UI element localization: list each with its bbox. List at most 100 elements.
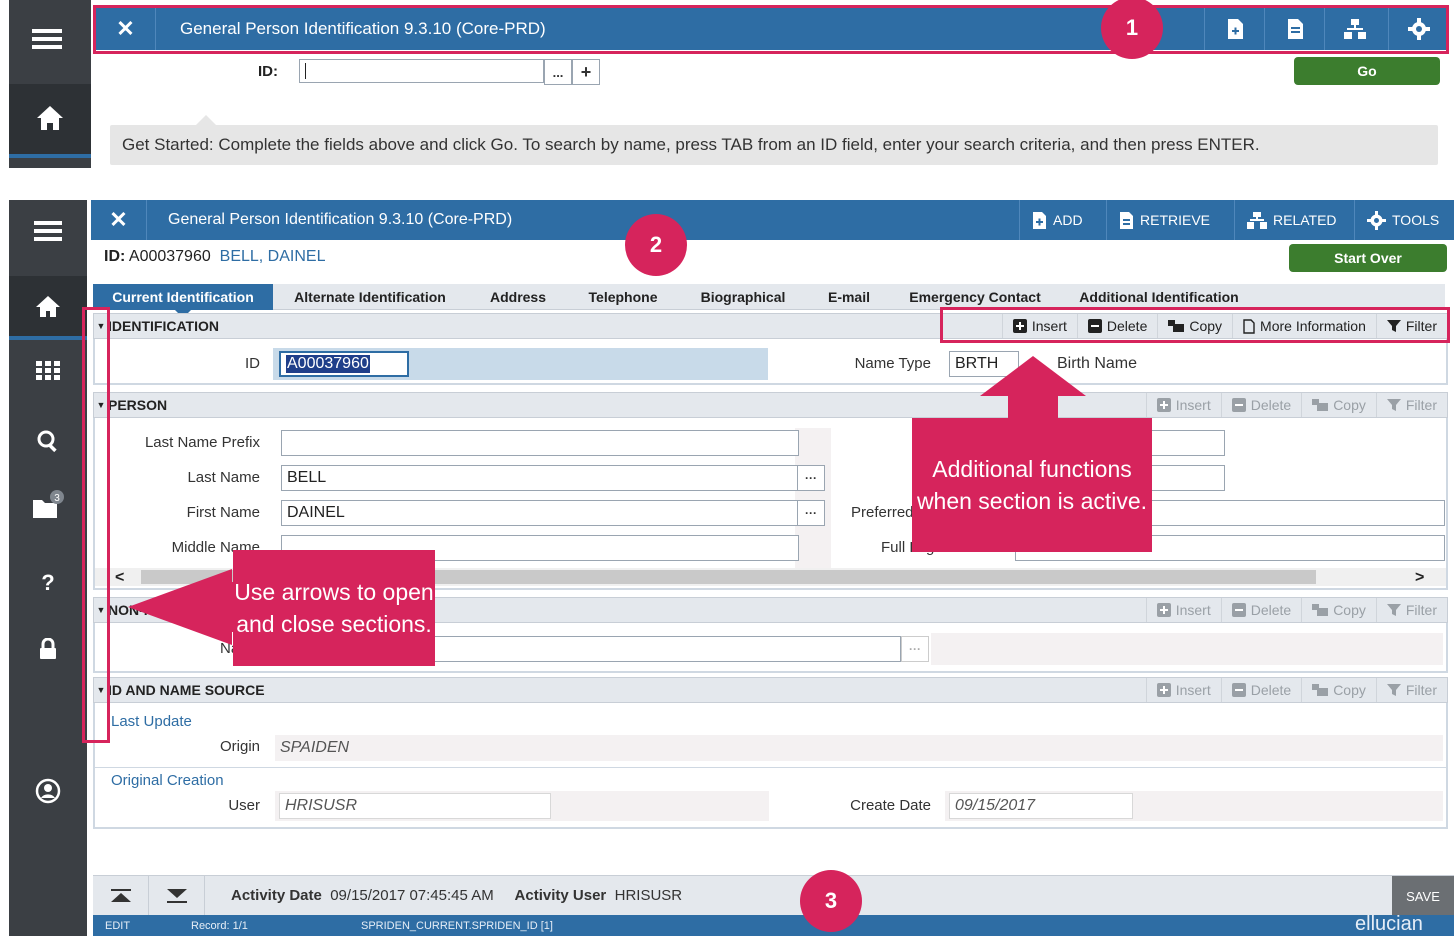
delete-icon (1231, 603, 1246, 617)
key-id-value: A00037960 (128, 248, 211, 265)
related-label: RELATED (1273, 212, 1337, 228)
origin-label: Origin (219, 738, 260, 755)
page-title: General Person Identification 9.3.10 (Co… (168, 211, 513, 228)
home-icon[interactable] (9, 276, 87, 336)
insert-button[interactable]: Insert (1145, 393, 1221, 417)
insert-icon (1156, 603, 1171, 617)
section-tools: Insert Delete Copy Filter (1145, 393, 1447, 417)
tip-pointer (196, 115, 216, 125)
id-input[interactable] (299, 59, 544, 83)
insert-button[interactable]: Insert (1145, 598, 1221, 622)
help-icon[interactable]: ? (9, 570, 87, 596)
user-profile-icon[interactable] (9, 776, 87, 806)
ellucian-logo: ellucian (1355, 913, 1423, 935)
first-name-lookup-button[interactable]: ··· (797, 500, 825, 526)
last-name-lookup-button[interactable]: ··· (797, 465, 825, 491)
section-identification-body: ID A00037960 Name Type BRTH Birth Name (93, 339, 1448, 385)
filter-icon (1386, 399, 1401, 411)
tab-telephone[interactable]: Telephone (569, 284, 677, 310)
first-record-icon[interactable] (93, 876, 149, 916)
tab-email[interactable]: E-mail (809, 284, 889, 310)
get-started-tip: Get Started: Complete the fields above a… (110, 125, 1438, 165)
recent-items-icon[interactable]: 3 (9, 488, 87, 522)
sidebar-main: 3 ? (9, 200, 87, 936)
insert-button[interactable]: Insert (1145, 678, 1221, 702)
tab-address[interactable]: Address (467, 284, 569, 310)
delete-button[interactable]: Delete (1220, 678, 1301, 702)
last-name-label: Last Name (187, 469, 260, 486)
section-title: IDENTIFICATION (108, 318, 219, 334)
tab-biographical[interactable]: Biographical (677, 284, 809, 310)
insert-label: Insert (1175, 682, 1211, 698)
activity-user-label: Activity User (514, 887, 607, 904)
apps-grid-icon[interactable] (9, 358, 87, 384)
filter-button[interactable]: Filter (1375, 598, 1447, 622)
copy-label: Copy (1333, 602, 1366, 618)
retrieve-icon (1120, 211, 1133, 229)
add-button[interactable]: ADD (1019, 200, 1095, 240)
tab-alternate-identification[interactable]: Alternate Identification (273, 284, 467, 310)
name-lookup-button[interactable]: ··· (901, 636, 929, 662)
delete-button[interactable]: Delete (1220, 598, 1301, 622)
add-icon (1033, 211, 1046, 229)
retrieve-label: RETRIEVE (1140, 212, 1211, 228)
insert-icon (1156, 683, 1171, 697)
delete-label: Delete (1250, 397, 1292, 413)
insert-label: Insert (1175, 397, 1211, 413)
status-bar: EDIT Record: 1/1 SPRIDEN_CURRENT.SPRIDEN… (93, 913, 1454, 936)
last-update-heading: Last Update (111, 713, 192, 730)
scroll-right-icon[interactable]: > (1415, 569, 1424, 587)
annotation-box-1 (93, 5, 1449, 54)
scroll-left-icon[interactable]: < (115, 569, 124, 587)
last-record-icon[interactable] (149, 876, 205, 916)
save-button[interactable]: SAVE (1392, 876, 1454, 916)
callout-badge-1: 1 (1101, 0, 1163, 59)
filter-button[interactable]: Filter (1375, 393, 1447, 417)
last-name-prefix-field[interactable] (281, 430, 799, 456)
callout-additional-functions: Additional functions when section is act… (912, 418, 1152, 552)
callout-badge-2: 2 (625, 214, 687, 276)
filter-button[interactable]: Filter (1375, 678, 1447, 702)
last-name-field[interactable]: BELL (281, 465, 799, 491)
section-source-body: Last Update Origin SPAIDEN Original Crea… (93, 703, 1448, 829)
id-add-button[interactable]: + (572, 59, 600, 85)
delete-label: Delete (1250, 682, 1292, 698)
filter-label: Filter (1405, 682, 1437, 698)
create-date-field: 09/15/2017 (949, 793, 1133, 819)
related-icon (1247, 211, 1267, 229)
copy-button[interactable]: Copy (1301, 393, 1376, 417)
callout-use-arrows: Use arrows to open and close sections. (233, 550, 435, 666)
retrieve-button[interactable]: RETRIEVE (1106, 200, 1222, 240)
sidebar-active-indicator (9, 154, 91, 158)
menu-icon[interactable] (9, 216, 87, 246)
copy-button[interactable]: Copy (1301, 598, 1376, 622)
tools-icon (1367, 210, 1386, 230)
section-person-header[interactable]: ▼ PERSON Insert Delete Copy Filter (93, 392, 1448, 418)
section-source-header[interactable]: ▼ ID AND NAME SOURCE Insert Delete Copy … (93, 677, 1448, 703)
user-label: User (228, 797, 260, 814)
create-date-label: Create Date (850, 797, 931, 814)
lock-icon[interactable] (9, 636, 87, 662)
delete-button[interactable]: Delete (1220, 393, 1301, 417)
insert-label: Insert (1175, 602, 1211, 618)
related-button[interactable]: RELATED (1234, 200, 1349, 240)
copy-button[interactable]: Copy (1301, 678, 1376, 702)
sidebar-top (9, 0, 91, 168)
id-field[interactable]: A00037960 (279, 351, 409, 377)
menu-icon[interactable] (32, 27, 62, 56)
search-icon[interactable] (9, 428, 87, 454)
close-icon[interactable]: ✕ (91, 200, 147, 240)
tab-current-identification[interactable]: Current Identification (93, 284, 273, 310)
tools-button[interactable]: TOOLS (1354, 200, 1451, 240)
filter-label: Filter (1405, 397, 1437, 413)
id-search-button[interactable]: ... (544, 59, 572, 85)
first-name-field[interactable]: DAINEL (281, 500, 799, 526)
field-gutter (931, 633, 1443, 665)
delete-icon (1231, 398, 1246, 412)
start-over-button[interactable]: Start Over (1289, 244, 1447, 272)
filter-label: Filter (1405, 602, 1437, 618)
delete-label: Delete (1250, 602, 1292, 618)
home-icon[interactable] (9, 84, 91, 156)
go-button[interactable]: Go (1294, 57, 1440, 85)
first-name-label: First Name (186, 504, 260, 521)
